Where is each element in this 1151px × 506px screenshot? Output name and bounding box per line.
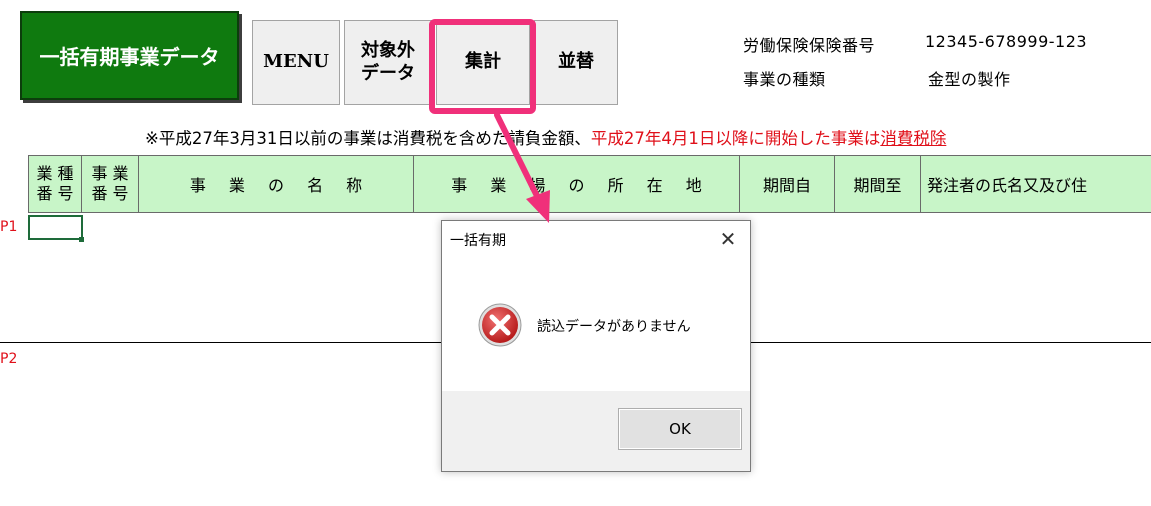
insurance-no-label: 労働保険保険番号 (743, 36, 876, 55)
business-type-value: 金型の製作 (928, 70, 1011, 89)
close-icon[interactable]: ✕ (714, 225, 742, 253)
row-label-p2: P2 (0, 351, 18, 367)
fill-handle[interactable] (79, 237, 84, 242)
exclude-data-label: 対象外 データ (361, 40, 415, 85)
notice-text: ※平成27年3月31日以前の事業は消費税を含めた請負金額、平成27年4月1日以降… (145, 125, 946, 149)
sort-button-label: 並替 (558, 51, 594, 73)
exclude-data-button[interactable]: 対象外 データ (344, 20, 432, 105)
sort-button[interactable]: 並替 (534, 20, 618, 105)
title-button[interactable]: 一括有期事業データ (20, 11, 239, 100)
header-business-no-line2: 番 号 (91, 184, 129, 203)
header-business-no: 事 業 番 号 (82, 155, 139, 213)
error-dialog: 一括有期 ✕ 読込データがありません OK (441, 220, 751, 472)
notice-part2: 平成27年4月1日以降に開始した事業は (590, 129, 881, 148)
header-site-location: 事 業 場 の 所 在 地 (414, 155, 740, 213)
header-period-to: 期間至 (835, 155, 921, 213)
exclude-line2: データ (361, 62, 415, 84)
menu-button-label: MENU (263, 51, 329, 73)
ok-button[interactable]: OK (618, 408, 742, 450)
dialog-message: 読込データがありません (537, 319, 691, 335)
selected-cell[interactable] (28, 215, 83, 240)
header-industry-no-line1: 業 種 (36, 164, 74, 183)
header-business-name: 事 業 の 名 称 (139, 155, 414, 213)
notice-part1: ※平成27年3月31日以前の事業は消費税を含めた請負金額、 (145, 129, 591, 148)
aggregate-highlight-box (429, 19, 536, 114)
row-label-p1: P1 (0, 219, 18, 235)
header-industry-no-line2: 番 号 (36, 184, 74, 203)
header-orderer: 発注者の氏名又及び住 (921, 155, 1151, 213)
header-industry-no: 業 種 番 号 (28, 155, 82, 213)
exclude-line1: 対象外 (361, 40, 415, 61)
insurance-no-value: 12345-678999-123 (925, 32, 1088, 51)
header-period-from: 期間自 (740, 155, 835, 213)
menu-button[interactable]: MENU (252, 20, 340, 105)
dialog-title: 一括有期 (450, 233, 506, 249)
notice-part3: 消費税除 (880, 129, 947, 148)
header-business-no-line1: 事 業 (91, 164, 129, 183)
error-icon (478, 303, 522, 347)
business-type-label: 事業の種類 (743, 70, 826, 89)
